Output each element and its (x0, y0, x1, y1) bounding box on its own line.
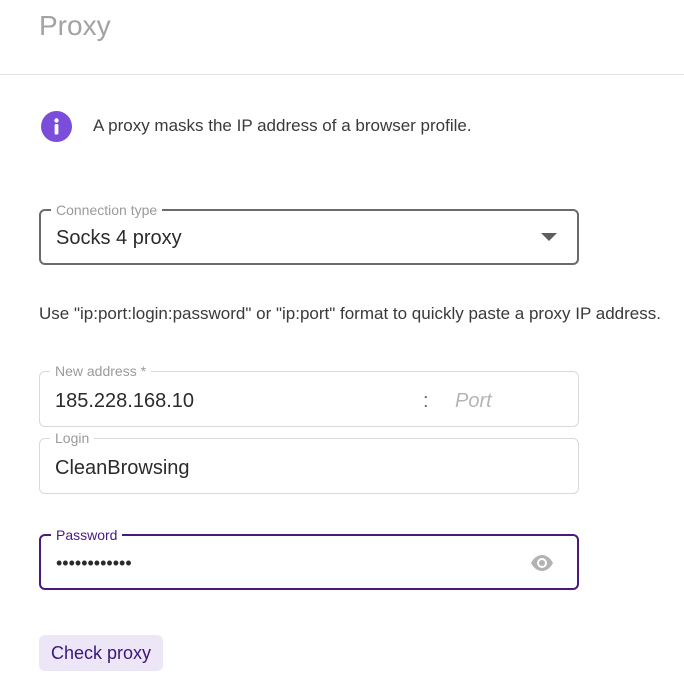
address-port-separator: : (423, 390, 429, 412)
password-field[interactable]: Password •••••••••••• (39, 526, 579, 590)
login-input[interactable]: CleanBrowsing (55, 455, 190, 481)
port-input[interactable]: Port (455, 388, 492, 414)
address-field[interactable]: New address * 185.228.168.10 : Port (39, 362, 579, 427)
connection-type-select[interactable]: Connection type Socks 4 proxy (39, 201, 579, 265)
login-label: Login (50, 429, 95, 447)
login-field[interactable]: Login CleanBrowsing (39, 429, 579, 494)
page-header: Proxy (0, 0, 684, 75)
info-banner: A proxy masks the IP address of a browse… (41, 110, 472, 142)
connection-type-label: Connection type (51, 201, 163, 219)
eye-icon[interactable] (530, 553, 554, 573)
connection-type-value: Socks 4 proxy (56, 227, 182, 249)
password-input[interactable]: •••••••••••• (56, 550, 132, 576)
address-input[interactable]: 185.228.168.10 (55, 388, 194, 414)
address-label: New address * (50, 362, 152, 380)
info-text: A proxy masks the IP address of a browse… (93, 116, 472, 135)
paste-format-hint: Use "ip:port:login:password" or "ip:port… (39, 304, 661, 323)
page-title: Proxy (39, 10, 111, 41)
password-label: Password (51, 526, 123, 544)
check-proxy-button[interactable]: Check proxy (39, 635, 163, 671)
chevron-down-icon[interactable] (541, 233, 557, 241)
info-icon (41, 110, 72, 142)
